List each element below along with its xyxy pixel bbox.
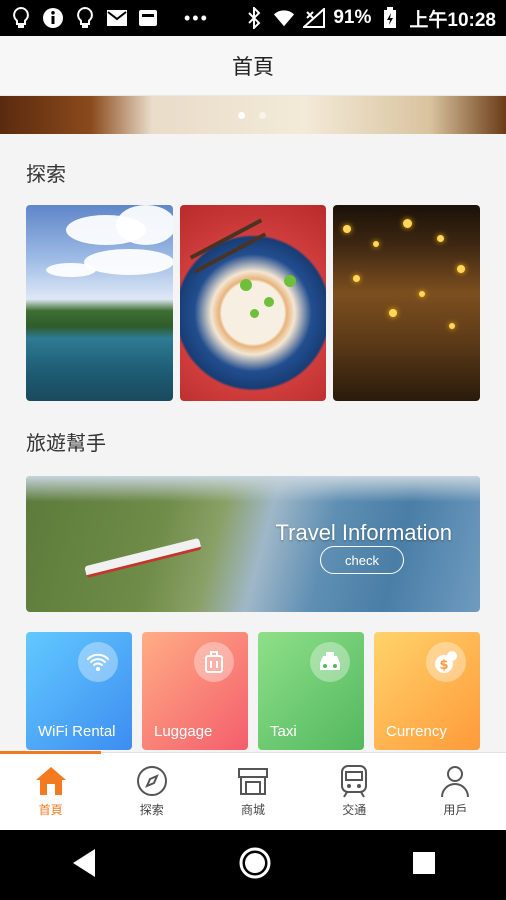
wifi-rental-label: WiFi Rental — [38, 723, 116, 740]
tab-explore[interactable]: 探索 — [101, 753, 202, 830]
currency-icon: $ — [426, 642, 466, 682]
bulb-icon — [10, 7, 32, 29]
taxi-card[interactable]: Taxi — [258, 632, 364, 750]
store-icon — [235, 763, 271, 799]
taxi-label: Taxi — [270, 723, 297, 740]
wifi-icon — [273, 7, 295, 29]
train-illustration — [84, 537, 202, 579]
carousel-dot[interactable] — [259, 112, 266, 119]
currency-label: Currency — [386, 723, 447, 740]
tab-transport[interactable]: 交通 — [304, 753, 405, 830]
tab-store[interactable]: 商城 — [202, 753, 303, 830]
luggage-icon — [194, 642, 234, 682]
battery-percent: 91% — [333, 7, 372, 28]
bottom-tab-bar: 首頁 探索 商城 交通 用戶 — [0, 751, 506, 830]
tab-label-explore: 探索 — [139, 803, 164, 817]
wifi-icon — [78, 642, 118, 682]
home-icon — [33, 763, 69, 799]
taxi-icon — [310, 642, 350, 682]
status-bar: ••• 91% 上午10:28 — [0, 0, 506, 36]
food-photo[interactable] — [179, 205, 327, 401]
bluetooth-icon — [243, 7, 265, 29]
tab-label-store: 商城 — [241, 803, 266, 817]
back-icon[interactable] — [69, 847, 99, 883]
tab-label-home: 首頁 — [38, 803, 63, 817]
system-nav-bar — [0, 830, 506, 900]
carousel-dot-active[interactable] — [238, 112, 245, 119]
banner-carousel[interactable] — [0, 96, 506, 134]
tab-home[interactable]: 首頁 — [0, 753, 101, 830]
explore-row — [0, 205, 506, 401]
coast-photo[interactable] — [26, 205, 173, 401]
luggage-card[interactable]: Luggage — [142, 632, 248, 750]
clock: 上午10:28 — [409, 9, 496, 31]
battery-icon — [379, 7, 401, 29]
currency-card[interactable]: $ Currency — [374, 632, 480, 750]
check-button[interactable]: check — [320, 546, 404, 574]
svg-text:$: $ — [439, 658, 448, 673]
train-icon — [336, 763, 372, 799]
recents-icon[interactable] — [411, 850, 437, 880]
night-market-photo[interactable] — [333, 205, 481, 401]
page-title: 首頁 — [232, 54, 274, 79]
signal-icon — [303, 7, 326, 29]
app-icon — [138, 7, 160, 29]
home-button-icon[interactable] — [238, 846, 272, 884]
luggage-label: Luggage — [154, 723, 213, 740]
user-icon — [437, 763, 473, 799]
travel-info-banner[interactable]: Travel Information check — [26, 476, 480, 612]
travel-info-title: Travel Information — [275, 520, 452, 545]
overflow-dots: ••• — [184, 7, 209, 28]
bulb-icon — [74, 7, 96, 29]
active-tab-indicator — [0, 751, 101, 754]
tab-label-transport: 交通 — [342, 803, 367, 817]
top-bar: 首頁 — [0, 36, 506, 96]
app-screen: 首頁 探索 旅遊幫手 Travel Information check WiFi… — [0, 36, 506, 830]
info-icon — [42, 7, 64, 29]
mail-icon — [106, 7, 128, 29]
compass-icon — [134, 763, 170, 799]
explore-title: 探索 — [26, 162, 66, 186]
tab-label-user: 用戶 — [443, 803, 468, 817]
wifi-rental-card[interactable]: WiFi Rental — [26, 632, 132, 750]
services-row: WiFi Rental Luggage Taxi $ Currency — [0, 632, 506, 750]
tab-user[interactable]: 用戶 — [405, 753, 506, 830]
helper-title: 旅遊幫手 — [26, 431, 106, 455]
